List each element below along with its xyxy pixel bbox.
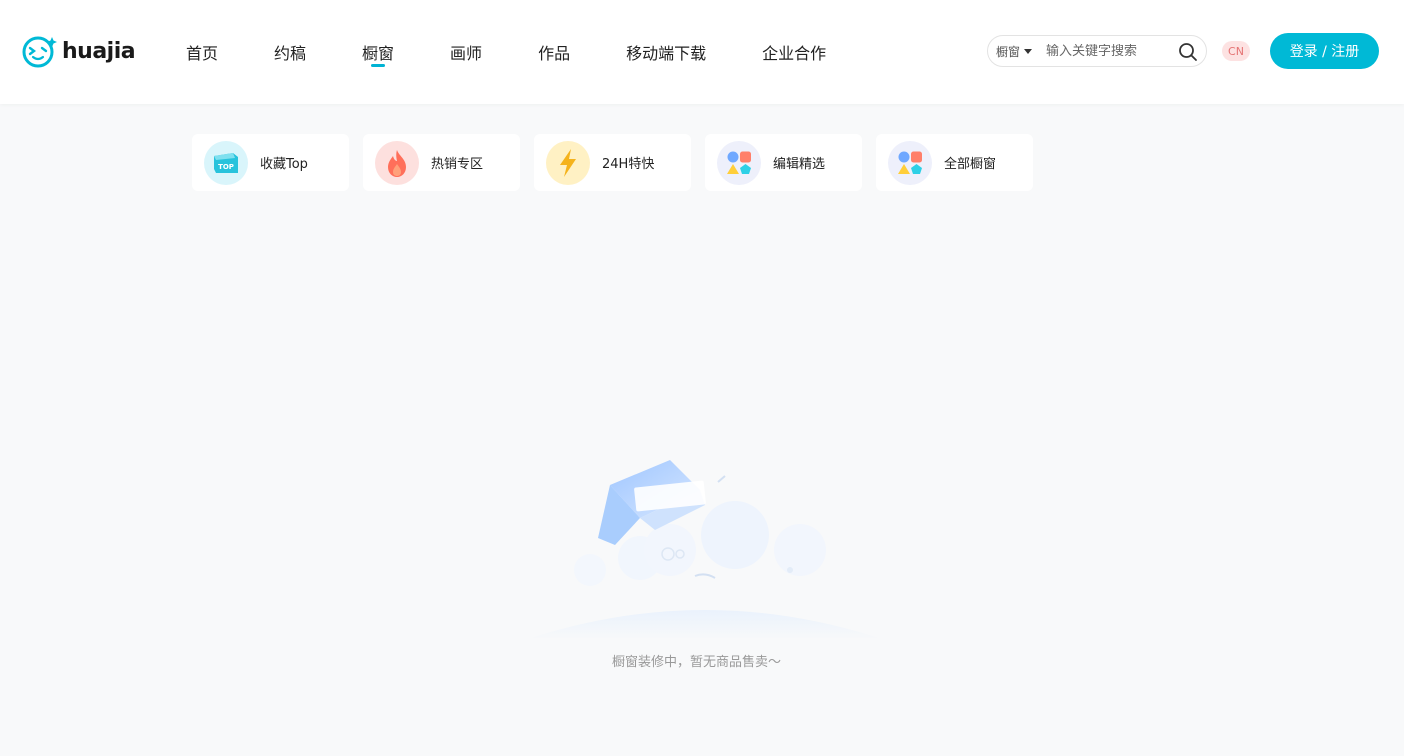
svg-text:TOP: TOP <box>218 163 234 171</box>
nav-item-enterprise[interactable]: 企业合作 <box>762 0 826 104</box>
search-box: 橱窗 <box>987 35 1207 67</box>
empty-state-message: 橱窗装修中，暂无商品售卖～ <box>611 655 781 670</box>
category-bar: TOP 收藏Top 热销专区 24H特快 编辑精选 全部橱窗 <box>192 134 1047 191</box>
logo-text: huajia <box>62 38 136 64</box>
logo-face-icon <box>22 36 57 68</box>
top-header: huajia 首页 约稿 橱窗 画师 作品 移动端下载 企业合作 橱窗 CN 登… <box>0 0 1404 104</box>
category-all-showcases[interactable]: 全部橱窗 <box>876 134 1033 191</box>
nav-item-mobile-download[interactable]: 移动端下载 <box>626 0 706 104</box>
nav-item-commission[interactable]: 约稿 <box>274 0 306 104</box>
category-editor-picks[interactable]: 编辑精选 <box>705 134 862 191</box>
category-hot-sales[interactable]: 热销专区 <box>363 134 520 191</box>
category-favorites-top[interactable]: TOP 收藏Top <box>192 134 349 191</box>
category-24h-express[interactable]: 24H特快 <box>534 134 691 191</box>
nav-item-showcase[interactable]: 橱窗 <box>362 0 394 104</box>
top-box-icon: TOP <box>204 140 248 185</box>
shapes-icon <box>717 140 761 185</box>
nav-item-works[interactable]: 作品 <box>538 0 570 104</box>
search-input[interactable] <box>1046 43 1173 59</box>
category-label: 热销专区 <box>431 157 484 172</box>
empty-box-illustration <box>525 460 885 640</box>
shapes-icon <box>888 140 932 185</box>
nav-item-artists[interactable]: 画师 <box>450 0 482 104</box>
login-register-button[interactable]: 登录 / 注册 <box>1270 33 1379 69</box>
search-icon[interactable] <box>1178 42 1198 62</box>
category-label: 收藏Top <box>260 157 308 172</box>
search-scope-label: 橱窗 <box>996 44 1021 59</box>
logo[interactable]: huajia <box>22 34 136 68</box>
category-label: 编辑精选 <box>773 157 826 172</box>
main-nav: 首页 约稿 橱窗 画师 作品 移动端下载 企业合作 <box>186 0 882 104</box>
category-label: 24H特快 <box>602 157 655 172</box>
lightning-icon <box>546 140 590 185</box>
category-label: 全部橱窗 <box>944 157 997 172</box>
flame-icon <box>375 140 419 185</box>
search-scope-select[interactable]: 橱窗 <box>996 43 1033 60</box>
language-switch[interactable]: CN <box>1222 41 1250 61</box>
nav-item-home[interactable]: 首页 <box>186 0 218 104</box>
caret-down-icon <box>1024 48 1033 54</box>
